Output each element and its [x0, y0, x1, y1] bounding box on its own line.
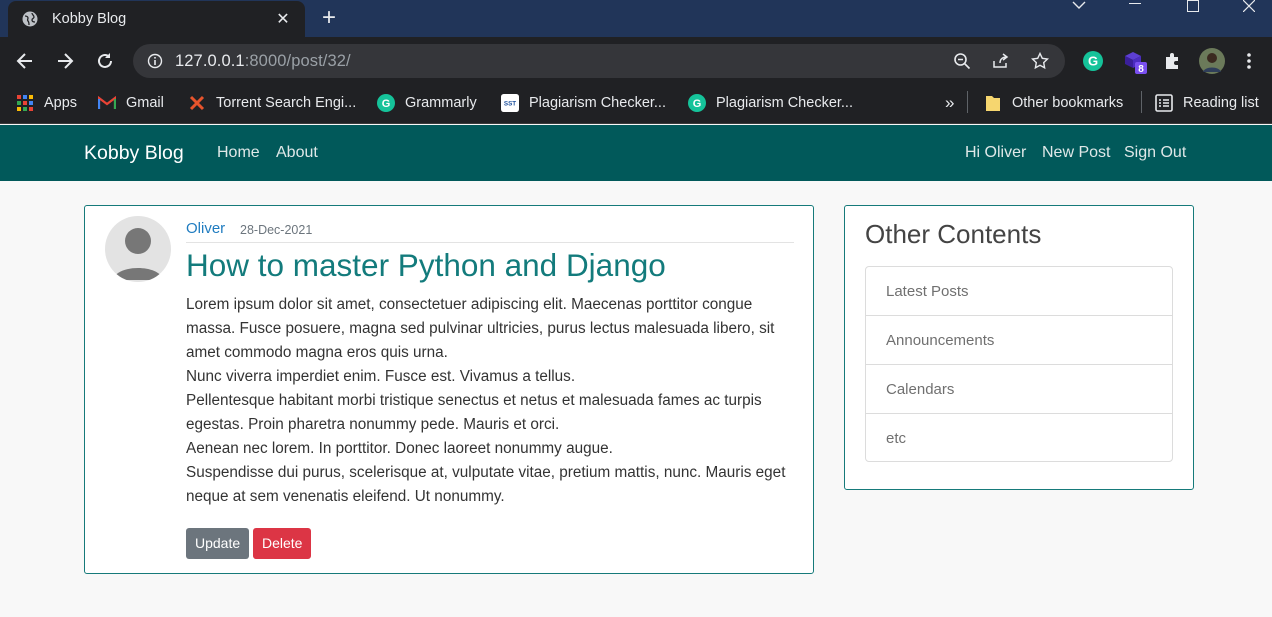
post-paragraph: Aenean nec lorem. In porttitor. Donec la…: [186, 440, 613, 457]
close-window-icon[interactable]: [1242, 0, 1256, 12]
update-button[interactable]: Update: [186, 528, 250, 559]
post-paragraph: Lorem ipsum dolor sit amet, consectetuer…: [186, 296, 775, 361]
nav-about-link[interactable]: About: [276, 144, 318, 162]
address-bar[interactable]: 127.0.0.1:8000/post/32/: [133, 44, 1065, 78]
bookmark-label: Apps: [44, 95, 78, 111]
bookmarks-overflow-chevron[interactable]: »: [945, 93, 954, 113]
torrent-icon: [188, 94, 206, 112]
bookmark-label: Plagiarism Checker...: [529, 95, 666, 111]
browser-toolbar: 127.0.0.1:8000/post/32/ G 8: [0, 37, 1272, 85]
delete-button[interactable]: Delete: [253, 528, 312, 559]
zoom-out-icon[interactable]: [953, 52, 971, 70]
extensions-puzzle-icon[interactable]: [1162, 50, 1184, 72]
reading-list-button[interactable]: Reading list: [1155, 93, 1259, 113]
bookmarks-bar: Apps Gmail Torrent Search Engi... G Gram…: [0, 85, 1272, 124]
site-info-icon[interactable]: [147, 53, 163, 74]
extension-badge-count: 8: [1138, 64, 1144, 75]
grammarly-extension-icon[interactable]: G: [1082, 50, 1104, 72]
post-paragraph: Suspendisse dui purus, scelerisque at, v…: [186, 464, 786, 505]
tab-close-icon[interactable]: ✕: [275, 9, 291, 29]
sidebar-title: Other Contents: [865, 219, 1042, 249]
svg-text:SST: SST: [504, 101, 516, 108]
bookmark-label: Other bookmarks: [1012, 95, 1124, 111]
bookmark-star-icon[interactable]: [1030, 51, 1050, 70]
post-date: 28-Dec-2021: [240, 223, 313, 237]
post-paragraph: Nunc viverra imperdiet enim. Fusce est. …: [186, 368, 576, 385]
post-paragraph: Pellentesque habitant morbi tristique se…: [186, 392, 762, 433]
minimize-icon[interactable]: [1128, 0, 1142, 8]
gmail-icon: [98, 94, 116, 112]
back-arrow-icon[interactable]: [14, 50, 36, 72]
nav-greeting-link[interactable]: Hi Oliver: [965, 144, 1026, 162]
bookmark-label: Plagiarism Checker...: [716, 95, 853, 111]
globe-icon: [22, 11, 38, 27]
url-text: 127.0.0.1:8000/post/32/: [175, 52, 351, 70]
post-meta: Oliver 28-Dec-2021: [186, 220, 794, 243]
bookmarks-divider: [1141, 91, 1142, 113]
bookmark-plagiarism-checker-grammarly[interactable]: G Plagiarism Checker...: [688, 93, 853, 113]
reload-icon[interactable]: [94, 50, 116, 72]
profile-avatar[interactable]: [1199, 48, 1225, 74]
post-card: Oliver 28-Dec-2021 How to master Python …: [84, 205, 814, 574]
reading-list-icon: [1155, 94, 1173, 112]
site-navbar: Kobby Blog Home About Hi Oliver New Post…: [0, 125, 1272, 181]
bookmark-torrent-search[interactable]: Torrent Search Engi...: [188, 93, 356, 113]
bookmark-label: Gmail: [126, 95, 164, 111]
bookmark-gmail[interactable]: Gmail: [98, 93, 164, 113]
sidebar-list: Latest Posts Announcements Calendars etc: [865, 266, 1173, 462]
purple-extension-icon[interactable]: 8: [1122, 50, 1150, 75]
nav-new-post-link[interactable]: New Post: [1042, 144, 1110, 162]
bookmarks-divider: [967, 91, 968, 113]
tab-search-chevron-icon[interactable]: [1071, 0, 1087, 10]
new-tab-plus-icon[interactable]: +: [322, 4, 336, 32]
bookmark-apps[interactable]: Apps: [16, 93, 77, 113]
svg-text:G: G: [1088, 54, 1098, 69]
nav-sign-out-link[interactable]: Sign Out: [1124, 144, 1186, 162]
post-body: Lorem ipsum dolor sit amet, consectetuer…: [186, 293, 796, 509]
browser-tab-strip: Kobby Blog ✕ +: [0, 0, 1272, 37]
bookmark-label: Torrent Search Engi...: [216, 95, 357, 111]
bookmark-label: Reading list: [1183, 95, 1259, 111]
bookmark-grammarly[interactable]: G Grammarly: [377, 93, 477, 113]
maximize-icon[interactable]: [1186, 0, 1200, 12]
sst-icon: SST: [501, 94, 519, 112]
svg-text:G: G: [382, 98, 391, 110]
folder-icon: [984, 94, 1002, 112]
bookmark-plagiarism-checker-sst[interactable]: SST Plagiarism Checker...: [501, 93, 666, 113]
post-author-link[interactable]: Oliver: [186, 220, 225, 237]
sidebar: Other Contents Latest Posts Announcement…: [844, 205, 1194, 490]
sidebar-item-calendars[interactable]: Calendars: [866, 365, 1172, 414]
grammarly-icon: G: [688, 94, 706, 112]
grammarly-icon: G: [377, 94, 395, 112]
share-icon[interactable]: [991, 52, 1009, 70]
sidebar-item-latest-posts[interactable]: Latest Posts: [866, 267, 1172, 316]
site-brand[interactable]: Kobby Blog: [84, 142, 184, 165]
forward-arrow-icon[interactable]: [54, 50, 76, 72]
post-title: How to master Python and Django: [186, 247, 666, 283]
browser-menu-kebab-icon[interactable]: [1242, 50, 1256, 72]
other-bookmarks-folder[interactable]: Other bookmarks: [984, 93, 1123, 113]
browser-tab[interactable]: Kobby Blog ✕: [8, 1, 305, 37]
sidebar-item-announcements[interactable]: Announcements: [866, 316, 1172, 365]
author-avatar: [105, 216, 171, 282]
svg-text:G: G: [693, 98, 702, 110]
tab-title: Kobby Blog: [52, 11, 127, 27]
apps-grid-icon: [16, 94, 34, 112]
nav-home-link[interactable]: Home: [217, 144, 260, 162]
sidebar-item-etc[interactable]: etc: [866, 414, 1172, 461]
bookmark-label: Grammarly: [405, 95, 477, 111]
